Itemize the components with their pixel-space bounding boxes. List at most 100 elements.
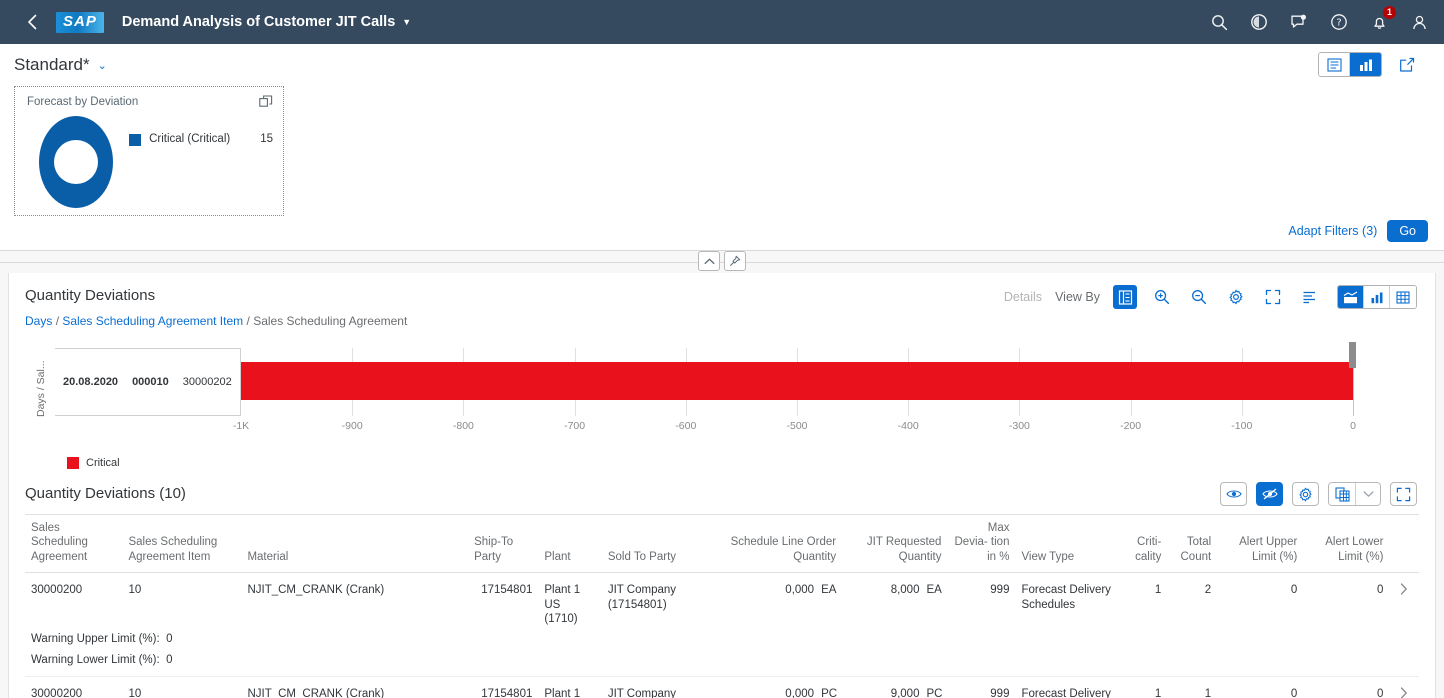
column-header-alert-lower-limit[interactable]: Alert Lower Limit (%)	[1303, 513, 1390, 574]
share-button[interactable]	[1394, 52, 1420, 77]
cell-view-type: Forecast Delivery Schedules	[1021, 688, 1111, 698]
schedule-qty-uom: EA	[821, 584, 837, 597]
hide-details-icon[interactable]	[1256, 482, 1283, 506]
export-to-spreadsheet-icon[interactable]	[1329, 483, 1356, 505]
chart-view-icon[interactable]	[1350, 53, 1381, 76]
breadcrumb-item-days[interactable]: Days	[25, 314, 52, 328]
cell-criticality: 1	[1154, 688, 1162, 698]
table-chart-icon[interactable]	[1390, 286, 1416, 308]
legend-icon[interactable]	[1298, 285, 1322, 309]
column-header-plant[interactable]: Plant	[538, 513, 602, 574]
column-header-schedule-line-order-quantity[interactable]: Schedule Line Order Quantity	[715, 513, 843, 574]
copilot-icon[interactable]	[1248, 11, 1270, 33]
legend-label: Critical (Critical)	[149, 132, 231, 145]
cell-ship-to-party-link[interactable]: 17154801	[468, 573, 538, 629]
fullscreen-icon[interactable]	[1261, 285, 1285, 309]
table-fullscreen-icon[interactable]	[1390, 482, 1417, 506]
column-header-view-type[interactable]: View Type	[1015, 513, 1125, 574]
row-navigation-button[interactable]	[1389, 677, 1419, 698]
back-arrow-icon	[28, 14, 37, 30]
list-view-icon[interactable]	[1319, 53, 1350, 76]
back-button[interactable]	[18, 8, 46, 36]
search-icon[interactable]	[1208, 11, 1230, 33]
cell-jit-requested-quantity: 8,000 EA	[842, 573, 947, 629]
combined-chart-icon[interactable]	[1338, 286, 1364, 308]
chart-plot-area	[241, 342, 1356, 416]
table-body: 30000200 1 0 NJIT_CM_CRANK (Crank) 171548…	[25, 573, 1419, 698]
app-title-menu[interactable]: Demand Analysis of Customer JIT Calls ▼	[122, 14, 411, 30]
details-button[interactable]: Details	[1004, 290, 1042, 304]
schedule-qty-value: 0,000	[785, 688, 815, 698]
column-header-max-deviation-in-percent[interactable]: Max Devia- tion in %	[947, 513, 1016, 574]
view-by-button[interactable]: View By	[1055, 290, 1100, 304]
chevron-right-icon	[1401, 687, 1408, 698]
x-tick: -1K	[232, 420, 250, 432]
collapse-header-button[interactable]	[698, 251, 720, 271]
chevron-down-icon: ⌄	[97, 59, 107, 72]
settings-gear-icon[interactable]	[1224, 285, 1248, 309]
column-header-sold-to-party[interactable]: Sold To Party	[601, 513, 716, 574]
table-row[interactable]: 30000200 10 NJIT_CM_CRANK (Crank) 171548…	[25, 677, 1419, 698]
table-toolbar	[1220, 482, 1417, 506]
forecast-by-deviation-card[interactable]: Forecast by Deviation Critical (Critical…	[14, 86, 284, 216]
notifications-icon[interactable]: 1	[1368, 6, 1396, 33]
column-header-ship-to-party[interactable]: Ship-To Party	[468, 513, 539, 574]
sap-logo[interactable]: SAP	[56, 11, 104, 33]
legend-color-swatch-critical	[67, 457, 79, 469]
kpi-card-body: Critical (Critical) 15	[27, 114, 273, 208]
table-row-detail-warning-upper: Warning Upper Limit (%): 0	[25, 628, 1419, 648]
zoom-in-icon[interactable]	[1150, 285, 1174, 309]
bar-chart-icon[interactable]	[1364, 286, 1390, 308]
chevron-up-icon	[704, 258, 714, 264]
kpi-legend: Critical (Critical) 15	[129, 133, 273, 146]
cell-sold-to-party: JIT Company (17154801)	[607, 584, 677, 611]
show-details-icon[interactable]	[1220, 482, 1247, 506]
column-header-criticality[interactable]: Criti- cality	[1124, 513, 1168, 574]
x-tick: -500	[786, 420, 808, 432]
go-button[interactable]: Go	[1387, 220, 1428, 242]
schedule-qty-value: 0,000	[785, 584, 815, 597]
cell-schedule-line-order-quantity: 0,000 EA	[715, 573, 842, 629]
table-row[interactable]: 30000200 10 NJIT_CM_CRANK (Crank) 171548…	[25, 573, 1419, 629]
dimensions-icon[interactable]	[1113, 285, 1137, 309]
row-navigation-button[interactable]	[1389, 573, 1419, 629]
table-settings-gear-icon[interactable]	[1292, 482, 1319, 506]
column-header-sales-scheduling-agreement-item[interactable]: Sales Scheduling Agreement Item	[122, 513, 242, 574]
chart-x-axis-ticks: -1K -900 -800 -700 -600 -500 -400 -300 -…	[233, 420, 1356, 436]
column-header-material[interactable]: Material	[241, 513, 469, 574]
breadcrumb-item-agreement-item[interactable]: Sales Scheduling Agreement Item	[62, 314, 243, 328]
pin-header-button[interactable]	[724, 251, 746, 271]
legend-color-swatch	[129, 133, 142, 146]
column-header-alert-upper-limit[interactable]: Alert Upper Limit (%)	[1217, 513, 1304, 574]
cell-sales-scheduling-agreement: 30000200	[31, 584, 83, 597]
column-header-sales-scheduling-agreement[interactable]: Sales Scheduling Agreement	[25, 513, 123, 574]
column-header-jit-requested-quantity[interactable]: JIT Requested Quantity	[842, 513, 948, 574]
feedback-icon[interactable]	[1288, 11, 1310, 33]
variant-label: Standard*	[14, 55, 90, 74]
chart-bar-critical[interactable]	[241, 362, 1353, 400]
cell-schedule-line-order-quantity: 0,000 PC	[715, 677, 842, 698]
open-in-new-icon[interactable]	[259, 95, 273, 114]
help-icon[interactable]: ?	[1328, 11, 1350, 33]
zoom-out-icon[interactable]	[1187, 285, 1211, 309]
pin-icon	[730, 255, 741, 266]
chevron-down-icon: ▼	[402, 17, 412, 27]
cell-plant: Plant 1 US (1710)	[544, 688, 581, 698]
variant-selector[interactable]: Standard* ⌄	[14, 55, 107, 75]
column-header-total-count[interactable]: Total Count	[1167, 513, 1218, 574]
cell-alert-lower-limit: 0	[1377, 688, 1384, 698]
chevron-right-icon	[1401, 583, 1408, 595]
jit-qty-uom: EA	[926, 584, 942, 597]
x-tick: -600	[675, 420, 697, 432]
bar-chart: Days / Sal... 20.08.2020 000010 30000202	[25, 340, 1419, 455]
column-header-navigation	[1389, 513, 1419, 574]
cell-material: NJIT_CM_CRANK (Crank)	[247, 688, 385, 698]
cell-total-count: 1	[1204, 688, 1212, 698]
user-avatar-icon[interactable]	[1408, 11, 1430, 33]
export-dropdown-chevron-icon[interactable]	[1356, 483, 1380, 505]
adapt-filters-link[interactable]: Adapt Filters (3)	[1288, 224, 1377, 238]
cell-ship-to-party-link[interactable]: 17154801	[468, 677, 538, 698]
chart-toolbar: Details View By	[1004, 285, 1417, 309]
chart-y-axis-title: Days / Sal...	[35, 360, 47, 418]
legend-label-critical: Critical	[86, 457, 120, 469]
